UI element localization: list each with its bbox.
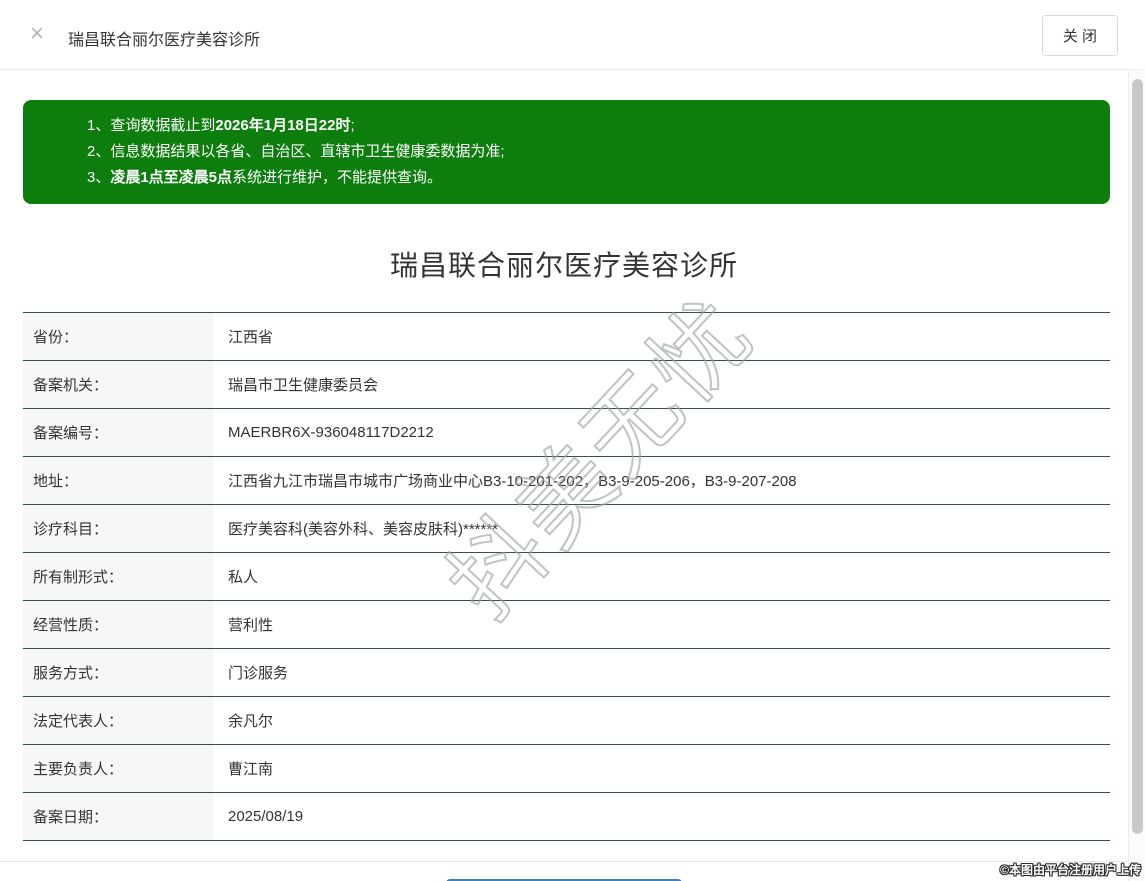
field-value: 瑞昌市卫生健康委员会 bbox=[213, 360, 1110, 409]
field-label: 经营性质： bbox=[23, 600, 213, 649]
field-value: 2025/08/19 bbox=[213, 792, 1110, 841]
table-row-record-number: 备案编号： MAERBR6X-936048117D2212 bbox=[23, 408, 1110, 457]
table-row-record-authority: 备案机关： 瑞昌市卫生健康委员会 bbox=[23, 360, 1110, 409]
footer-bar: 〖关闭窗口〗 bbox=[0, 861, 1128, 881]
notice-line-1: 1、查询数据截止到2026年1月18日22时; bbox=[87, 117, 355, 134]
table-row-business-nature: 经营性质： 营利性 bbox=[23, 600, 1110, 649]
table-row-legal-representative: 法定代表人： 余凡尔 bbox=[23, 696, 1110, 745]
content-area: 1、查询数据截止到2026年1月18日22时; 2、信息数据结果以各省、自治区、… bbox=[0, 100, 1128, 881]
table-row-address: 地址： 江西省九江市瑞昌市城市广场商业中心B3-10-201-202，B3-9-… bbox=[23, 456, 1110, 505]
close-button[interactable]: 关 闭 bbox=[1041, 15, 1118, 56]
record-detail-window: × 瑞昌联合丽尔医疗美容诊所 关 闭 1、查询数据截止到2026年1月18日22… bbox=[0, 0, 1145, 881]
field-value: 医疗美容科(美容外科、美容皮肤科)****** bbox=[213, 504, 1110, 553]
field-value: MAERBR6X-936048117D2212 bbox=[213, 408, 1110, 457]
table-row-treatment-subjects: 诊疗科目： 医疗美容科(美容外科、美容皮肤科)****** bbox=[23, 504, 1110, 553]
notice-box: 1、查询数据截止到2026年1月18日22时; 2、信息数据结果以各省、自治区、… bbox=[23, 100, 1110, 204]
table-row-province: 省份： 江西省 bbox=[23, 312, 1110, 361]
copyright-stamp: ©本图由平台注册用户上传 bbox=[1000, 863, 1141, 877]
notice-line-3: 3、凌晨1点至凌晨5点系统进行维护，不能提供查询。 bbox=[87, 169, 443, 186]
vertical-scrollbar-track[interactable] bbox=[1128, 71, 1145, 881]
field-label: 备案机关： bbox=[23, 360, 213, 409]
field-value: 江西省 bbox=[213, 312, 1110, 361]
vertical-scrollbar-thumb[interactable] bbox=[1132, 79, 1143, 834]
field-value: 曹江南 bbox=[213, 744, 1110, 793]
field-value: 门诊服务 bbox=[213, 648, 1110, 697]
table-row-principal: 主要负责人： 曹江南 bbox=[23, 744, 1110, 793]
field-label: 诊疗科目： bbox=[23, 504, 213, 553]
table-row-record-date: 备案日期： 2025/08/19 bbox=[23, 792, 1110, 841]
field-label: 备案日期： bbox=[23, 792, 213, 841]
record-table: 省份： 江西省 备案机关： 瑞昌市卫生健康委员会 备案编号： MAERBR6X-… bbox=[23, 312, 1110, 841]
notice-line-2: 2、信息数据结果以各省、自治区、直辖市卫生健康委数据为准; bbox=[87, 143, 505, 160]
field-label: 省份： bbox=[23, 312, 213, 361]
field-label: 备案编号： bbox=[23, 408, 213, 457]
field-value: 余凡尔 bbox=[213, 696, 1110, 745]
field-label: 主要负责人： bbox=[23, 744, 213, 793]
window-header: × 瑞昌联合丽尔医疗美容诊所 关 闭 bbox=[0, 0, 1145, 70]
field-value: 营利性 bbox=[213, 600, 1110, 649]
field-value: 私人 bbox=[213, 552, 1110, 601]
close-x-icon[interactable]: × bbox=[30, 22, 44, 46]
page-title: 瑞昌联合丽尔医疗美容诊所 bbox=[389, 250, 738, 281]
window-title: 瑞昌联合丽尔医疗美容诊所 bbox=[68, 32, 261, 49]
table-row-ownership-form: 所有制形式： 私人 bbox=[23, 552, 1110, 601]
field-label: 所有制形式： bbox=[23, 552, 213, 601]
field-label: 服务方式： bbox=[23, 648, 213, 697]
field-value: 江西省九江市瑞昌市城市广场商业中心B3-10-201-202，B3-9-205-… bbox=[213, 456, 1110, 505]
field-label: 地址： bbox=[23, 456, 213, 505]
table-row-service-mode: 服务方式： 门诊服务 bbox=[23, 648, 1110, 697]
field-label: 法定代表人： bbox=[23, 696, 213, 745]
